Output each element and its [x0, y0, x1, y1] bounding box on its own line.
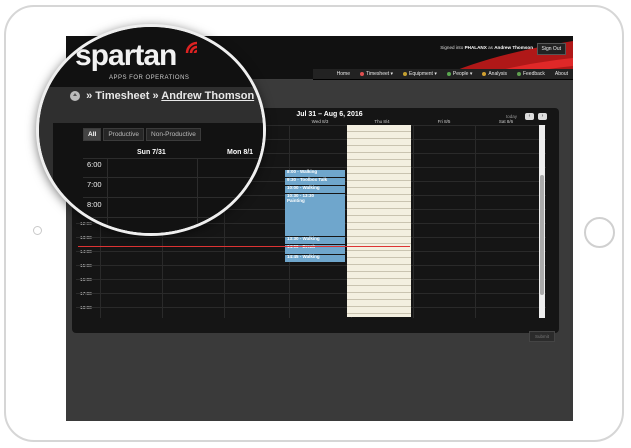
time-label: 6:00	[87, 160, 102, 169]
event-painting-title: Painting	[287, 197, 305, 203]
nav-item-label: Feedback	[522, 71, 545, 77]
tablet-frame: Signed into PHALANX as Andrew Thomson Si…	[4, 5, 624, 442]
breadcrumb-section[interactable]: » Timesheet »	[86, 90, 159, 102]
grid-line	[83, 177, 263, 178]
nav-item-4[interactable]: People ▾	[442, 71, 477, 77]
nav-item-label: Equipment ▾	[409, 71, 437, 77]
nav-item-label: People ▾	[452, 71, 473, 77]
nav-dot-icon	[359, 71, 364, 76]
nav-dot-icon	[403, 71, 408, 76]
next-week-button[interactable]: ›	[538, 113, 547, 120]
nav-item-label: Home	[336, 71, 350, 77]
signal-icon	[185, 41, 198, 54]
event-painting[interactable]: 10:30 - 13:30 Painting	[285, 193, 345, 236]
nav-item-2[interactable]: Timesheet ▾	[355, 71, 398, 77]
nav-dot-icon	[516, 71, 521, 76]
nav-item-1[interactable]: Home	[332, 71, 355, 77]
nav-item-3[interactable]: Equipment ▾	[398, 71, 442, 77]
nav-item-label: Timesheet ▾	[365, 71, 394, 77]
event-toolbox-talk[interactable]: 9:30 - Toolbox Talk	[285, 177, 345, 185]
event-walking[interactable]: 8:00 - Walking	[285, 169, 345, 177]
submit-button[interactable]: Submit	[529, 331, 556, 342]
grid-line	[83, 158, 263, 159]
home-icon[interactable]	[70, 91, 80, 102]
grid-column	[475, 125, 537, 318]
event-walking[interactable]: 14:45 - Walking	[285, 254, 345, 262]
user-name: Andrew Thomson	[494, 45, 533, 50]
day-header-fri: Fri 8/5	[437, 119, 451, 124]
grid-column	[413, 125, 475, 318]
grid-col-line	[107, 158, 108, 233]
magnifier-lens: spartan APPS FOR OPERATIONS » Timesheet …	[36, 24, 266, 236]
event-walking[interactable]: 13:30 - Walking	[285, 236, 345, 244]
nav-item-7[interactable]: About	[550, 71, 573, 77]
nav-item-label: Analysis	[488, 71, 507, 77]
org-name: PHALANX	[464, 45, 487, 50]
calendar-scrollbar[interactable]	[539, 125, 545, 318]
signed-in-prefix: Signed into	[440, 45, 464, 50]
brand-tagline: APPS FOR OPERATIONS	[109, 75, 190, 81]
current-time-line	[78, 246, 410, 247]
nav-item-5[interactable]: Analysis	[477, 71, 512, 77]
tab-all[interactable]: All	[83, 128, 102, 141]
signed-in-text: Signed into PHALANX as Andrew Thomson	[440, 45, 533, 50]
as-text: as	[488, 45, 493, 50]
filter-tabs: All Productive Non-Productive	[83, 128, 201, 141]
main-nav: Home Timesheet ▾ Equipment ▾ People ▾ Analys…	[313, 69, 573, 80]
grid-line	[83, 197, 263, 198]
grid-line	[83, 217, 263, 218]
day-header-sat: Sat 8/6	[498, 119, 514, 124]
nav-dot-icon	[446, 71, 451, 76]
day-header-wed: Wed 8/3	[311, 119, 329, 124]
breadcrumb: » Timesheet » Andrew Thomson	[70, 90, 254, 102]
home-button[interactable]	[584, 217, 615, 248]
nav-item-6[interactable]: Feedback	[512, 71, 550, 77]
nav-item-label: About	[554, 71, 568, 77]
grid-col-line	[197, 158, 198, 233]
tab-productive[interactable]: Productive	[103, 128, 145, 141]
time-label: 8:00	[87, 200, 102, 209]
scroll-thumb[interactable]	[540, 175, 544, 295]
day-header-thu: Thu 8/4	[374, 119, 390, 124]
day-header-sun: Sun 7/31	[137, 149, 166, 156]
brand-logo: spartan	[75, 39, 177, 72]
today-column[interactable]	[347, 125, 411, 317]
time-label: 7:00	[87, 180, 102, 189]
day-header-mon: Mon 8/1	[227, 149, 254, 156]
breadcrumb-person[interactable]: Andrew Thomson	[161, 90, 254, 102]
tab-non-productive[interactable]: Non-Productive	[146, 128, 201, 141]
event-walking[interactable]: 10:00 - Walking	[285, 185, 345, 193]
nav-dot-icon	[482, 71, 487, 76]
sign-out-button[interactable]: Sign Out	[536, 43, 566, 55]
